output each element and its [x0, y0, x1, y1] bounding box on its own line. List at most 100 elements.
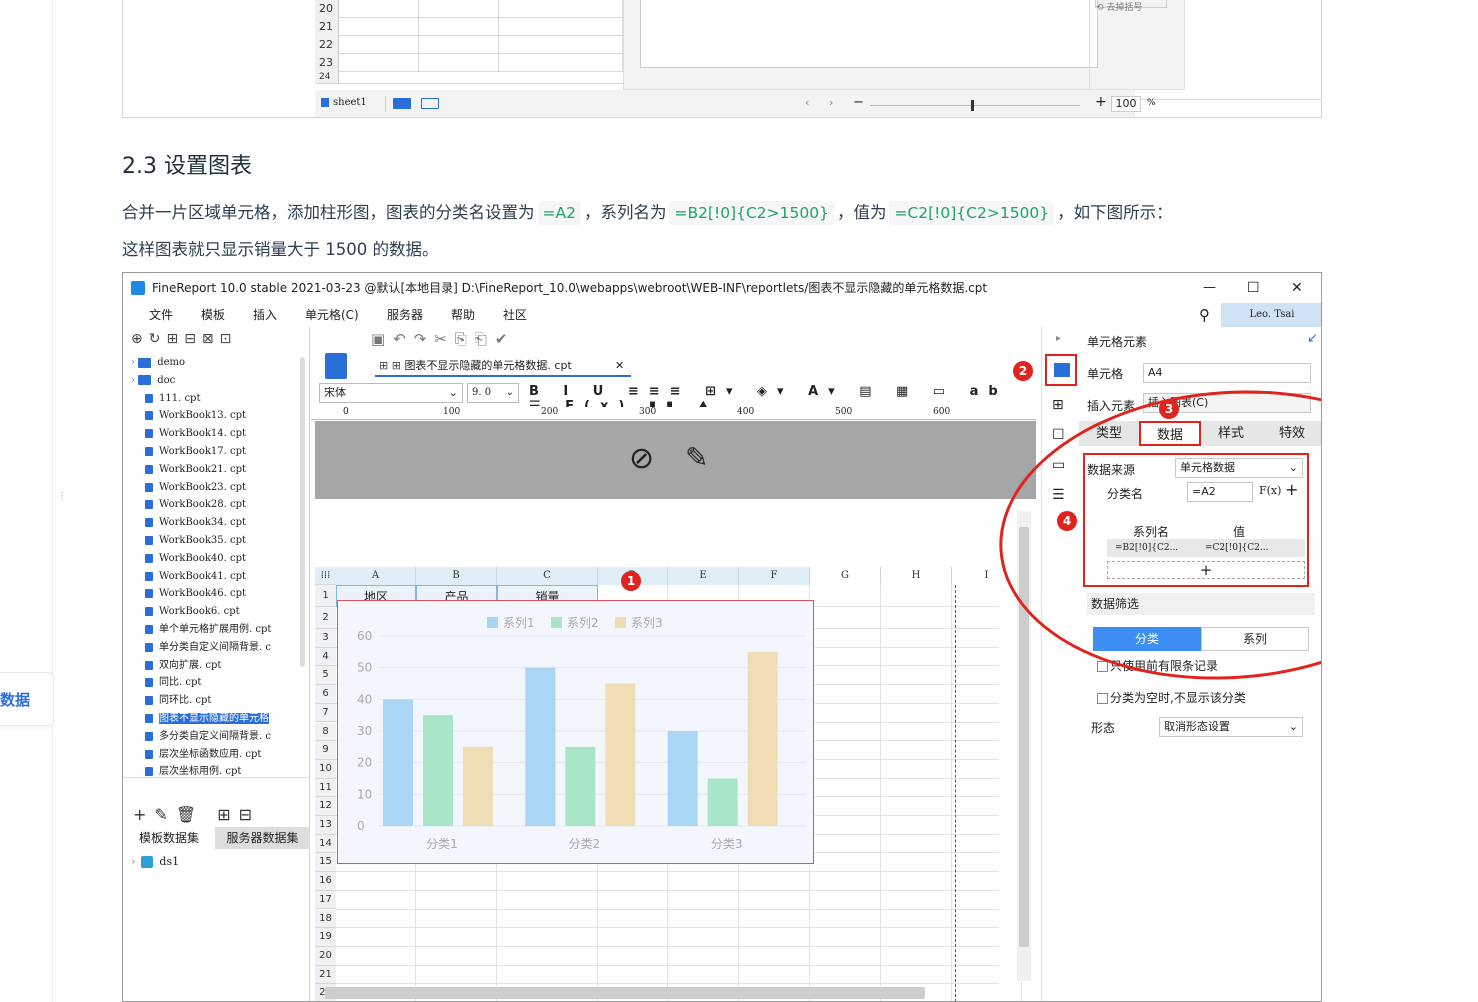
menu-insert[interactable]: 插入: [253, 303, 277, 327]
row-header[interactable]: 16: [315, 872, 336, 891]
tree-file[interactable]: 单个单元格扩展用例. cpt: [123, 621, 310, 639]
row-header[interactable]: 20: [315, 946, 336, 966]
tree-file[interactable]: 单分类自定义间隔背景. c: [123, 639, 310, 657]
tree-toolbar[interactable]: ⊕↻⊞⊟⊠⊡: [131, 331, 237, 347]
tree-file[interactable]: 111. cpt: [123, 390, 310, 408]
tree-file[interactable]: WorkBook14. cpt: [123, 425, 310, 443]
tree-file[interactable]: 层次坐标用例. cpt: [123, 763, 310, 781]
row-header[interactable]: 13: [315, 816, 336, 835]
tree-file[interactable]: 同比. cpt: [123, 674, 310, 692]
tree-file[interactable]: 多分类自定义间隔背景. c: [123, 728, 310, 746]
collapse-icon[interactable]: ▸: [1056, 333, 1061, 344]
row-header[interactable]: 8: [315, 722, 336, 742]
cell-input[interactable]: A4: [1143, 363, 1311, 383]
column-header[interactable]: A: [336, 567, 416, 585]
tree-file[interactable]: WorkBook28. cpt: [123, 496, 310, 514]
row-header[interactable]: 2: [315, 607, 336, 629]
tree-folder[interactable]: › demo: [123, 354, 310, 372]
row-header[interactable]: 14: [315, 834, 336, 854]
quick-actions[interactable]: ▣↶↷✂⎘⎗✔: [371, 330, 515, 348]
tree-file[interactable]: WorkBook41. cpt: [123, 568, 310, 586]
tree-scrollbar[interactable]: [300, 357, 305, 667]
horizontal-scrollbar[interactable]: [325, 987, 925, 999]
row-header[interactable]: 7: [315, 703, 336, 723]
column-header[interactable]: E: [668, 567, 739, 585]
maximize-button[interactable]: ☐: [1247, 273, 1260, 303]
menu-server[interactable]: 服务器: [387, 303, 423, 327]
float-element-icon[interactable]: ☐: [1052, 427, 1065, 443]
menu-community[interactable]: 社区: [503, 303, 527, 327]
row-header[interactable]: 12: [315, 797, 336, 816]
cell-element-button[interactable]: [1045, 354, 1077, 386]
tree-file[interactable]: WorkBook17. cpt: [123, 443, 310, 461]
row-header[interactable]: 1: [315, 585, 336, 607]
sidebar-active-item[interactable]: 数据: [0, 672, 54, 726]
tab-template-dataset[interactable]: 模板数据集: [123, 827, 215, 849]
tab-server-dataset[interactable]: 服务器数据集: [215, 827, 310, 849]
row-header[interactable]: 5: [315, 666, 336, 686]
font-size-select[interactable]: 9. 0 ⌄: [467, 383, 519, 403]
row-header[interactable]: 17: [315, 890, 336, 910]
tree-file[interactable]: WorkBook23. cpt: [123, 479, 310, 497]
row-header[interactable]: 9: [315, 741, 336, 760]
row-header[interactable]: 18: [315, 909, 336, 929]
pin-icon[interactable]: ↙: [1307, 331, 1318, 346]
close-tab-icon[interactable]: ✕: [615, 355, 624, 377]
menu-file[interactable]: 文件: [149, 303, 173, 327]
tree-file[interactable]: WorkBook13. cpt: [123, 407, 310, 425]
column-header[interactable]: F: [739, 567, 810, 585]
preview-icon[interactable]: [325, 353, 347, 379]
add-poly-sheet-icon[interactable]: [421, 98, 439, 109]
tree-file[interactable]: WorkBook34. cpt: [123, 514, 310, 532]
edit-icon[interactable]: ✎: [685, 441, 708, 474]
hide-icon[interactable]: ⊘: [629, 441, 654, 476]
tree-file[interactable]: WorkBook46. cpt: [123, 585, 310, 603]
column-header[interactable]: B: [416, 567, 497, 585]
column-header[interactable]: C: [497, 567, 598, 585]
tree-file[interactable]: 双向扩展. cpt: [123, 657, 310, 675]
zoom-out-button[interactable]: −: [853, 95, 864, 110]
row-header[interactable]: 3: [315, 629, 336, 648]
row-header[interactable]: 6: [315, 685, 336, 704]
shape-select[interactable]: 取消形态设置 ⌄: [1159, 717, 1303, 737]
zoom-in-button[interactable]: +: [1095, 94, 1107, 110]
menu-template[interactable]: 模板: [201, 303, 225, 327]
row-header[interactable]: 4: [315, 647, 336, 667]
row-header[interactable]: 10: [315, 759, 336, 779]
close-button[interactable]: ✕: [1291, 273, 1303, 303]
tree-file[interactable]: WorkBook21. cpt: [123, 461, 310, 479]
bar-chart[interactable]: 0 10 20 30 40 50 60 分类1 分类2 分类3 系列1 系列2 系列3: [337, 600, 814, 864]
menu-help[interactable]: 帮助: [451, 303, 475, 327]
row-header[interactable]: 11: [315, 778, 336, 798]
menu-cell[interactable]: 单元格(C): [305, 303, 359, 327]
zoom-input[interactable]: 100: [1111, 96, 1141, 112]
sheet-tab[interactable]: sheet1: [333, 97, 367, 108]
minimize-button[interactable]: —: [1203, 273, 1216, 303]
tree-file[interactable]: WorkBook40. cpt: [123, 550, 310, 568]
tree-file[interactable]: WorkBook6. cpt: [123, 603, 310, 621]
dataset-toolbar[interactable]: +✎🗑 ⊞⊟: [133, 805, 260, 824]
search-icon[interactable]: ⚲: [1199, 303, 1210, 327]
zoom-slider-thumb[interactable]: [971, 100, 974, 111]
column-header[interactable]: H: [881, 567, 952, 585]
scroll-right-icon[interactable]: ›: [829, 96, 833, 109]
zoom-slider-track[interactable]: [870, 105, 1080, 106]
scroll-left-icon[interactable]: ‹: [805, 96, 809, 109]
expand-icon[interactable]: ›: [131, 357, 138, 368]
tree-file[interactable]: WorkBook35. cpt: [123, 532, 310, 550]
resize-handle[interactable]: ⋮: [57, 492, 67, 514]
expand-icon[interactable]: ›: [131, 375, 138, 386]
column-header[interactable]: G: [810, 567, 881, 585]
cell-attr-icon[interactable]: ⊞: [1052, 397, 1064, 413]
select-all-corner[interactable]: ⁞⁞⁞: [315, 567, 336, 585]
tree-file[interactable]: 同环比. cpt: [123, 692, 310, 710]
tree-folder[interactable]: › doc: [123, 372, 310, 390]
add-sheet-icon[interactable]: [393, 98, 411, 109]
row-header[interactable]: 21: [315, 965, 336, 985]
hide-empty-category-checkbox[interactable]: 分类为空时,不显示该分类: [1097, 689, 1246, 706]
row-header[interactable]: 19: [315, 928, 336, 947]
row-header[interactable]: 15: [315, 853, 336, 873]
user-account[interactable]: Leo. Tsai: [1221, 303, 1321, 327]
tree-file[interactable]: 层次坐标函数应用. cpt: [123, 746, 310, 764]
font-family-select[interactable]: 宋体 ⌄: [319, 383, 463, 403]
